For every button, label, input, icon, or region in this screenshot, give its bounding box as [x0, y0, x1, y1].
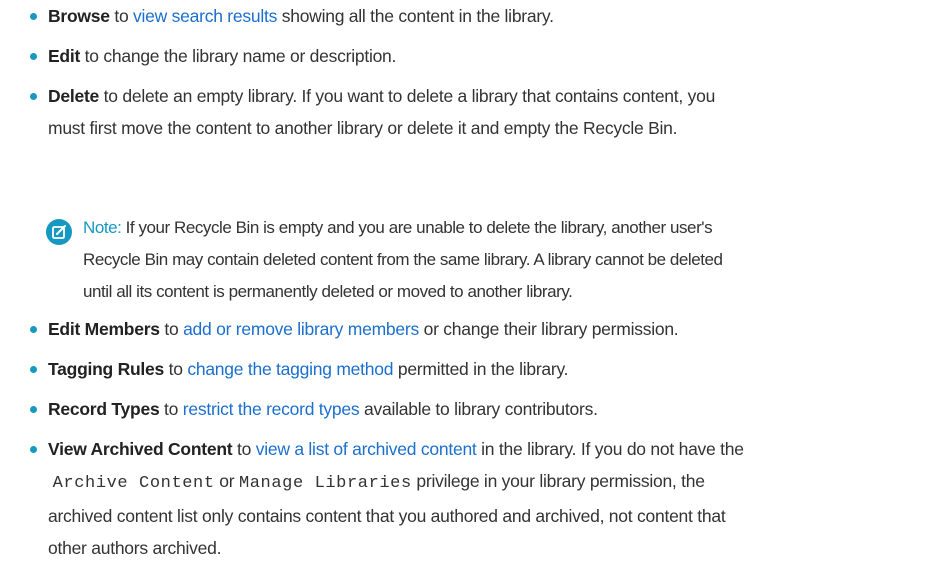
item-text: must first move the content to another l… — [48, 118, 678, 138]
note-text: If your Recycle Bin is empty and you are… — [121, 218, 713, 237]
list-item-delete: Delete to delete an empty library. If yo… — [48, 80, 943, 144]
item-title: Browse — [48, 6, 110, 26]
view-archived-list-link[interactable]: view a list of archived content — [256, 439, 477, 459]
item-text: privilege in your library permission, th… — [411, 471, 705, 491]
edit-note-icon — [46, 219, 72, 245]
item-text: showing all the content in the library. — [277, 6, 554, 26]
bullet — [30, 13, 37, 20]
item-title: Edit — [48, 46, 81, 66]
bullet — [30, 366, 37, 373]
item-title: View Archived Content — [48, 439, 233, 459]
item-text: or change their library permission. — [418, 319, 679, 339]
bullet — [30, 93, 37, 100]
item-text: to — [109, 6, 134, 26]
bullet — [30, 446, 37, 453]
list-item-edit-members: Edit Members to add or remove library me… — [48, 313, 943, 345]
item-text: in the library. If you do not have the — [476, 439, 744, 459]
restrict-record-types-link[interactable]: restrict the record types — [183, 399, 360, 419]
archive-content-code: Archive Content — [52, 474, 215, 493]
item-title: Delete — [48, 86, 100, 106]
item-text: to change the library name or descriptio… — [80, 46, 397, 66]
item-text: to — [232, 439, 256, 459]
item-text: to delete an empty library. If you want … — [99, 86, 716, 106]
note-label: Note: — [83, 218, 122, 237]
list-item-browse: Browse to view search results showing al… — [48, 0, 943, 32]
bullet — [30, 406, 37, 413]
note-text: Recycle Bin may contain deleted content … — [83, 250, 723, 269]
item-text: or — [214, 471, 239, 491]
item-text: to — [164, 359, 188, 379]
note-text: until all its content is permanently del… — [83, 282, 573, 301]
item-title: Tagging Rules — [48, 359, 165, 379]
list-item-tagging-rules: Tagging Rules to change the tagging meth… — [48, 353, 943, 385]
list-item-view-archived: View Archived Content to view a list of … — [48, 433, 943, 564]
item-title: Edit Members — [48, 319, 160, 339]
list-item-edit: Edit to change the library name or descr… — [48, 40, 943, 72]
item-title: Record Types — [48, 399, 160, 419]
item-text: to — [159, 319, 184, 339]
manage-libraries-code: Manage Libraries — [238, 474, 412, 493]
note-box: Note: If your Recycle Bin is empty and y… — [83, 212, 945, 308]
change-tagging-method-link[interactable]: change the tagging method — [187, 359, 393, 379]
view-search-results-link[interactable]: view search results — [133, 6, 277, 26]
bullet — [30, 53, 37, 60]
add-remove-members-link[interactable]: add or remove library members — [183, 319, 419, 339]
item-text: other authors archived. — [48, 538, 222, 558]
bullet — [30, 326, 37, 333]
list-item-record-types: Record Types to restrict the record type… — [48, 393, 943, 425]
item-text: available to library contributors. — [359, 399, 598, 419]
item-text: archived content list only contains cont… — [48, 506, 726, 526]
item-text: permitted in the library. — [393, 359, 569, 379]
item-text: to — [159, 399, 183, 419]
